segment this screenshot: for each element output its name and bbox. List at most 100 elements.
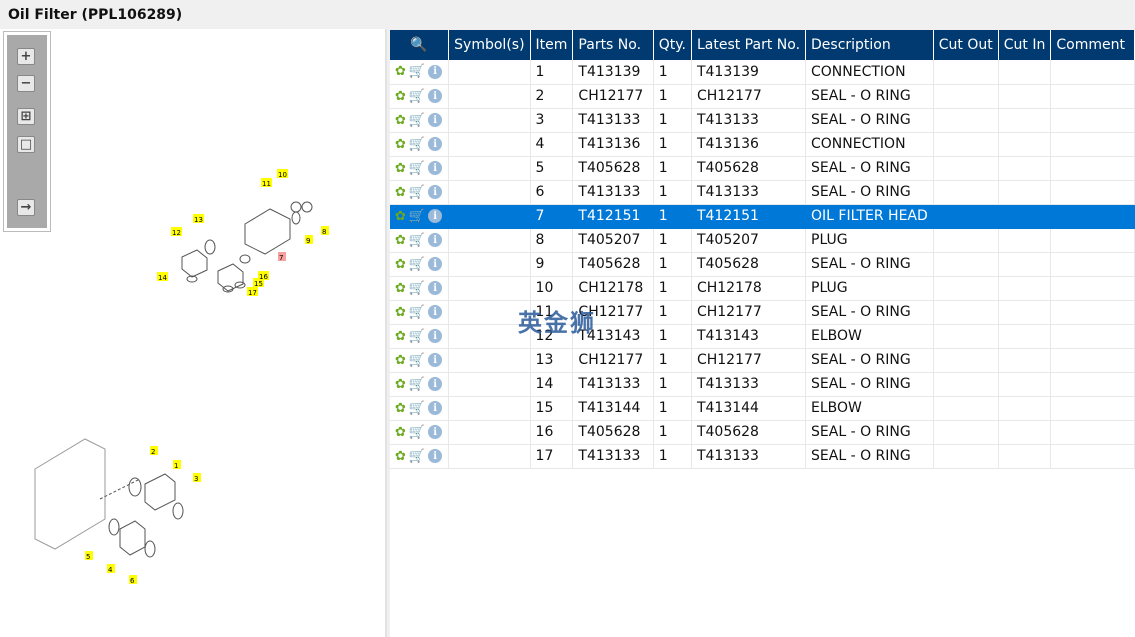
table-row[interactable]: ✿ 🛒 i 7 T412151 1 T412151 OIL FILTER HEAD [390,204,1135,229]
gear-icon[interactable]: ✿ [395,305,406,320]
gear-icon[interactable]: ✿ [395,209,406,224]
column-header[interactable]: Cut In [998,30,1052,60]
column-header[interactable]: Latest Part No. [691,30,807,60]
callout-11[interactable]: 11 [261,178,272,188]
gear-icon[interactable]: ✿ [395,89,406,104]
fit-all-button[interactable]: ⊞ [17,108,35,125]
table-row[interactable]: ✿ 🛒 i 1 T413139 1 T413139 CONNECTION [390,60,1135,85]
table-row[interactable]: ✿ 🛒 i 9 T405628 1 T405628 SEAL - O RING [390,252,1135,277]
gear-icon[interactable]: ✿ [395,257,406,272]
zoom-out-button[interactable]: − [17,75,35,92]
callout-16[interactable]: 16 [258,271,269,281]
exploded-diagram[interactable]: 1234568910111213141516177 [0,29,385,637]
table-row[interactable]: ✿ 🛒 i 11 CH12177 1 CH12177 SEAL - O RING [390,300,1135,325]
callout-5[interactable]: 5 [85,551,93,561]
fit-window-button[interactable]: □ [17,136,35,153]
zoom-in-button[interactable]: + [17,48,35,65]
callout-4[interactable]: 4 [107,564,115,574]
gear-icon[interactable]: ✿ [395,425,406,440]
table-row[interactable]: ✿ 🛒 i 13 CH12177 1 CH12177 SEAL - O RING [390,348,1135,373]
info-icon[interactable]: i [428,377,443,391]
callout-10[interactable]: 10 [277,169,288,179]
cart-icon[interactable]: 🛒 [409,257,425,272]
search-column-header[interactable]: 🔍 [390,30,450,60]
info-icon[interactable]: i [428,425,443,439]
gear-icon[interactable]: ✿ [395,329,406,344]
cart-icon[interactable]: 🛒 [409,137,425,152]
callout-14[interactable]: 14 [157,272,168,282]
info-icon[interactable]: i [428,401,443,415]
table-row[interactable]: ✿ 🛒 i 17 T413133 1 T413133 SEAL - O RING [390,444,1135,469]
gear-icon[interactable]: ✿ [395,137,406,152]
column-header[interactable]: Symbol(s) [448,30,531,60]
table-row[interactable]: ✿ 🛒 i 15 T413144 1 T413144 ELBOW [390,396,1135,421]
gear-icon[interactable]: ✿ [395,401,406,416]
callout-13[interactable]: 13 [193,214,204,224]
cart-icon[interactable]: 🛒 [409,161,425,176]
column-header[interactable]: Qty. [653,30,692,60]
callout-7[interactable]: 7 [278,252,286,262]
column-header[interactable]: Item [530,30,574,60]
table-row[interactable]: ✿ 🛒 i 3 T413133 1 T413133 SEAL - O RING [390,108,1135,133]
gear-icon[interactable]: ✿ [395,161,406,176]
column-header[interactable]: Description [805,30,934,60]
info-icon[interactable]: i [428,209,443,223]
cart-icon[interactable]: 🛒 [409,64,425,79]
gear-icon[interactable]: ✿ [395,377,406,392]
toggle-panel-button[interactable]: → [17,199,35,216]
table-row[interactable]: ✿ 🛒 i 6 T413133 1 T413133 SEAL - O RING [390,180,1135,205]
column-header[interactable]: Comment [1050,30,1135,60]
cart-icon[interactable]: 🛒 [409,449,425,464]
callout-8[interactable]: 8 [321,226,329,236]
cart-icon[interactable]: 🛒 [409,89,425,104]
info-icon[interactable]: i [428,64,443,79]
callout-6[interactable]: 6 [129,575,137,585]
callout-9[interactable]: 9 [305,235,313,245]
cart-icon[interactable]: 🛒 [409,209,425,224]
table-row[interactable]: ✿ 🛒 i 2 CH12177 1 CH12177 SEAL - O RING [390,84,1135,109]
callout-17[interactable]: 17 [247,287,258,297]
cart-icon[interactable]: 🛒 [409,329,425,344]
callout-1[interactable]: 1 [173,460,181,470]
info-icon[interactable]: i [428,89,443,103]
info-icon[interactable]: i [428,113,443,127]
cart-icon[interactable]: 🛒 [409,401,425,416]
info-icon[interactable]: i [428,449,443,463]
callout-12[interactable]: 12 [171,227,182,237]
cart-icon[interactable]: 🛒 [409,233,425,248]
gear-icon[interactable]: ✿ [395,113,406,128]
cart-icon[interactable]: 🛒 [409,305,425,320]
table-row[interactable]: ✿ 🛒 i 10 CH12178 1 CH12178 PLUG [390,276,1135,301]
column-header[interactable]: Cut Out [933,30,999,60]
info-icon[interactable]: i [428,137,443,151]
gear-icon[interactable]: ✿ [395,233,406,248]
gear-icon[interactable]: ✿ [395,64,406,79]
table-row[interactable]: ✿ 🛒 i 5 T405628 1 T405628 SEAL - O RING [390,156,1135,181]
column-header[interactable]: Parts No. [572,30,654,60]
info-icon[interactable]: i [428,329,443,343]
info-icon[interactable]: i [428,305,443,319]
table-row[interactable]: ✿ 🛒 i 4 T413136 1 T413136 CONNECTION [390,132,1135,157]
cart-icon[interactable]: 🛒 [409,185,425,200]
cart-icon[interactable]: 🛒 [409,353,425,368]
info-icon[interactable]: i [428,257,443,271]
cart-icon[interactable]: 🛒 [409,425,425,440]
search-icon[interactable]: 🔍 [395,37,443,53]
info-icon[interactable]: i [428,161,443,175]
cart-icon[interactable]: 🛒 [409,377,425,392]
callout-3[interactable]: 3 [193,473,201,483]
info-icon[interactable]: i [428,353,443,367]
cart-icon[interactable]: 🛒 [409,113,425,128]
gear-icon[interactable]: ✿ [395,449,406,464]
diagram-pane[interactable]: 1 2 3 4 5 6 8 9 10 11 12 13 14 15 16 17 7 + − ⊞ □ → [0,29,387,637]
cart-icon[interactable]: 🛒 [409,281,425,296]
table-row[interactable]: ✿ 🛒 i 14 T413133 1 T413133 SEAL - O RING [390,372,1135,397]
callout-2[interactable]: 2 [150,446,158,456]
info-icon[interactable]: i [428,233,443,247]
table-row[interactable]: ✿ 🛒 i 8 T405207 1 T405207 PLUG [390,228,1135,253]
gear-icon[interactable]: ✿ [395,281,406,296]
info-icon[interactable]: i [428,185,443,199]
table-row[interactable]: ✿ 🛒 i 12 T413143 1 T413143 ELBOW [390,324,1135,349]
table-row[interactable]: ✿ 🛒 i 16 T405628 1 T405628 SEAL - O RING [390,420,1135,445]
info-icon[interactable]: i [428,281,443,295]
